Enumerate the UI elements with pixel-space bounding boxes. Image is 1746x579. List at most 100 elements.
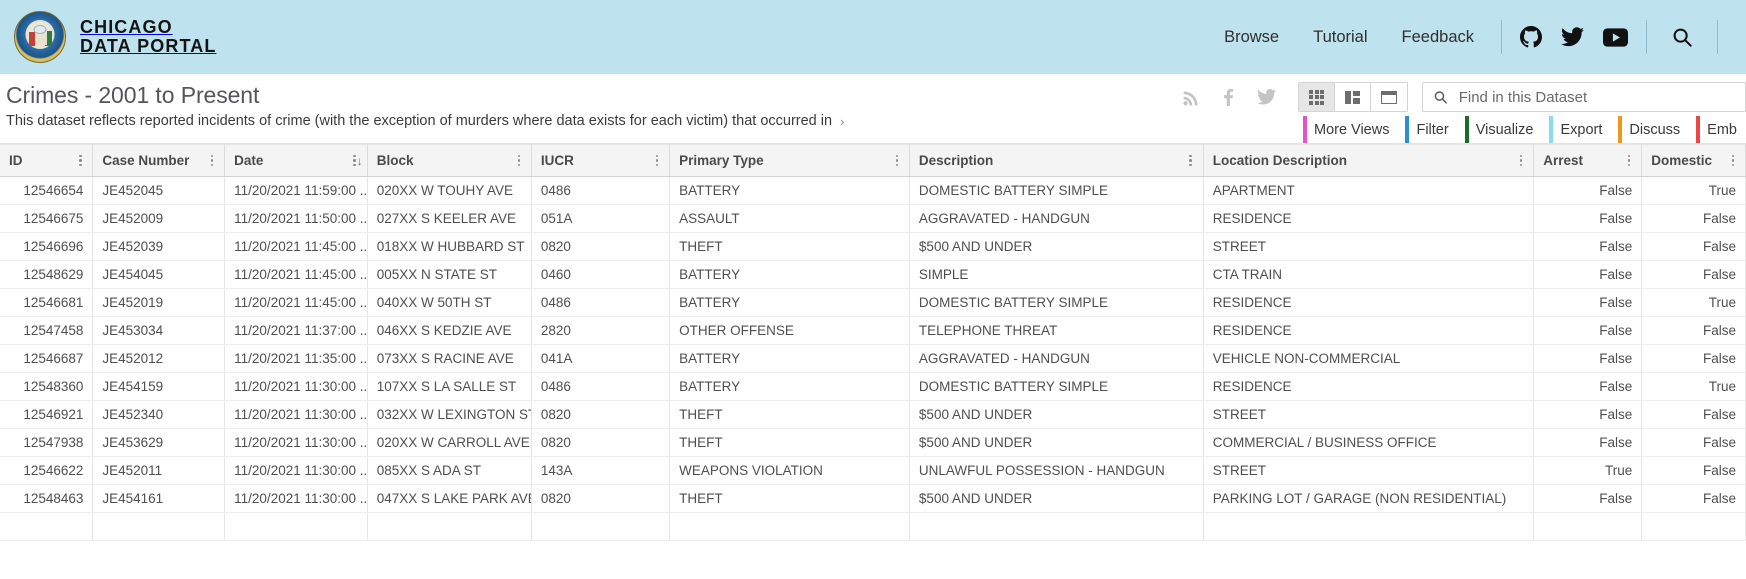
cell-location_description: STREET [1203,232,1535,261]
rss-icon[interactable] [1183,89,1200,106]
column-menu-icon[interactable] [1727,154,1739,168]
split-view-icon[interactable] [1335,83,1371,111]
column-header-arrest[interactable]: Arrest [1533,144,1643,177]
column-header-id[interactable]: ID [0,144,94,177]
cell-location_description: CTA TRAIN [1203,260,1535,289]
column-header-domestic[interactable]: Domestic [1641,144,1746,177]
column-menu-icon[interactable] [1185,154,1197,168]
nav-item-tutorial[interactable]: Tutorial [1296,28,1384,47]
cell-domestic: False [1641,400,1746,429]
embed-accent [1696,116,1701,143]
cell-domestic: True [1641,372,1746,401]
twitter-share-icon[interactable] [1257,89,1276,105]
search-input[interactable] [1456,87,1735,107]
cell-description [909,512,1204,541]
column-menu-icon[interactable] [206,154,218,168]
column-header-date[interactable]: Date ↓ [224,144,368,177]
youtube-icon[interactable] [1603,27,1628,47]
column-header-label: Location Description [1212,153,1347,168]
column-header-label: Case Number [102,153,190,168]
twitter-icon[interactable] [1561,27,1584,47]
column-header-label: Primary Type [679,153,764,168]
column-menu-icon[interactable] [891,154,903,168]
cell-case_number: JE454159 [92,372,226,401]
cell-date: 11/20/2021 11:45:00 ... [224,288,368,317]
cell-block [367,512,532,541]
table-row[interactable] [0,512,1746,541]
cell-iucr: 2820 [531,316,671,345]
column-menu-icon[interactable] [651,154,663,168]
cell-domestic: False [1641,260,1746,289]
description-expand-icon[interactable]: › [840,112,844,131]
nav-item-feedback[interactable]: Feedback [1385,28,1491,47]
card-view-icon[interactable] [1371,83,1407,111]
cell-location_description: RESIDENCE [1203,204,1535,233]
column-header-block[interactable]: Block [367,144,532,177]
cell-description: $500 AND UNDER [909,428,1204,457]
table-row[interactable]: 12547458 JE453034 11/20/2021 11:37:00 ... 0… [0,316,1746,345]
more-views-accent [1302,116,1307,143]
site-search-icon[interactable] [1657,26,1707,48]
table-row[interactable]: 12546696 JE452039 11/20/2021 11:45:00 ... 0… [0,232,1746,261]
nav-item-browse[interactable]: Browse [1207,28,1296,47]
cell-id: 12547938 [0,428,94,457]
column-header-case_number[interactable]: Case Number [92,144,226,177]
cell-arrest: False [1533,344,1643,373]
cell-date: 11/20/2021 11:50:00 ... [224,204,368,233]
column-header-description[interactable]: Description [909,144,1204,177]
cell-date: 11/20/2021 11:35:00 ... [224,344,368,373]
cell-domestic: True [1641,288,1746,317]
cell-block: 085XX S ADA ST [367,456,532,485]
github-icon[interactable] [1520,26,1542,48]
table-row[interactable]: 12547938 JE453629 11/20/2021 11:30:00 ... 0… [0,428,1746,457]
table-row[interactable]: 12546675 JE452009 11/20/2021 11:50:00 ... 0… [0,204,1746,233]
cell-block: 040XX W 50TH ST [367,288,532,317]
cell-id: 12546696 [0,232,94,261]
facebook-icon[interactable] [1220,88,1237,106]
cell-iucr: 0486 [531,288,671,317]
table-row[interactable]: 12546654 JE452045 11/20/2021 11:59:00 ... 0… [0,176,1746,205]
column-header-location_description[interactable]: Location Description [1203,144,1535,177]
cell-date: 11/20/2021 11:45:00 ... [224,260,368,289]
cell-date: 11/20/2021 11:59:00 ... [224,176,368,205]
column-menu-icon[interactable] [74,154,86,168]
find-in-dataset-box[interactable] [1422,82,1746,112]
city-of-chicago-seal-icon [14,11,66,63]
column-menu-icon[interactable] [1623,154,1635,168]
table-row[interactable]: 12546921 JE452340 11/20/2021 11:30:00 ... 0… [0,400,1746,429]
table-row[interactable]: 12546681 JE452019 11/20/2021 11:45:00 ... 0… [0,288,1746,317]
cell-location_description: RESIDENCE [1203,372,1535,401]
table-row[interactable]: 12548360 JE454159 11/20/2021 11:30:00 ... 1… [0,372,1746,401]
cell-id: 12548629 [0,260,94,289]
table-body: 12546654 JE452045 11/20/2021 11:59:00 ... 0… [0,176,1746,541]
grid-view-icon[interactable] [1299,83,1335,111]
column-header-iucr[interactable]: IUCR [531,144,671,177]
more-views-button[interactable]: More Views [1295,116,1399,143]
table-row[interactable]: 12546687 JE452012 11/20/2021 11:35:00 ... 0… [0,344,1746,373]
cell-description: $500 AND UNDER [909,232,1204,261]
discuss-button[interactable]: Discuss [1611,116,1690,143]
column-menu-icon[interactable] [513,154,525,168]
cell-domestic: False [1641,204,1746,233]
cell-location_description: APARTMENT [1203,176,1535,205]
column-header-primary_type[interactable]: Primary Type [669,144,910,177]
cell-arrest: False [1533,316,1643,345]
cell-arrest: False [1533,400,1643,429]
cell-domestic: False [1641,316,1746,345]
cell-location_description [1203,512,1535,541]
cell-case_number: JE452039 [92,232,226,261]
export-button[interactable]: Export [1542,116,1612,143]
brand-line-1: CHICAGO [80,17,173,37]
table-row[interactable]: 12546622 JE452011 11/20/2021 11:30:00 ... 0… [0,456,1746,485]
column-menu-icon[interactable] [1515,154,1527,168]
column-menu-icon[interactable] [349,154,361,168]
site-logo-link[interactable]: CHICAGO DATA PORTAL [14,11,216,63]
cell-case_number: JE452011 [92,456,226,485]
dataset-grid[interactable]: ID Case Number Date ↓ Block IUCR Primary Type D… [0,144,1746,553]
visualize-button[interactable]: Visualize [1457,116,1543,143]
table-row[interactable]: 12548629 JE454045 11/20/2021 11:45:00 ... 0… [0,260,1746,289]
site-header: CHICAGO DATA PORTAL Browse Tutorial Feed… [0,0,1746,74]
table-row[interactable]: 12548463 JE454161 11/20/2021 11:30:00 ... 0… [0,484,1746,513]
filter-button[interactable]: Filter [1398,116,1458,143]
embed-button[interactable]: Emb [1689,116,1746,143]
